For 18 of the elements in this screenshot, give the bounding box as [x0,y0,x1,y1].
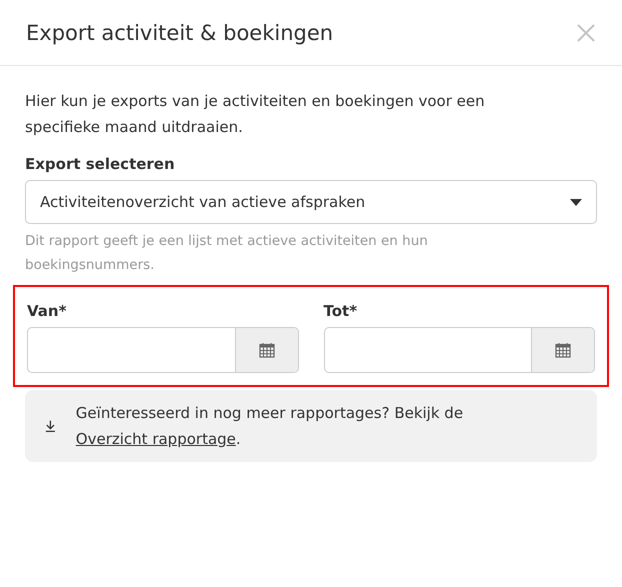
download-icon [45,419,56,433]
calendar-button[interactable] [234,328,298,372]
calendar-icon [258,342,274,358]
field-label: Tot* [324,302,358,320]
info-text: Geïnteresseerd in nog meer rapportages? Bekijk de Overzicht rapportage. [76,403,464,450]
calendar-button[interactable] [531,328,594,372]
caret-icon [570,198,582,206]
export-select[interactable]: Activiteitenoverzicht van actieve afspraken [25,180,597,224]
calendar-icon [555,342,571,358]
field-label: Van* [27,302,68,320]
field-label: Export selecteren [25,155,176,173]
intro-text: Hier kun je exports van je activiteiten en boekingen voor een specifieke maand uitdraaien. [25,91,486,138]
dialog-title: Export activiteit & boekingen [26,20,334,44]
hint-text: Dit rapport geeft je een lijst met actieve activiteiten en hun boekingsnummers. [25,232,429,275]
close-icon[interactable] [576,22,596,42]
date-field[interactable] [324,327,595,373]
report-link[interactable]: Overzicht rapportage [76,430,236,448]
date-field[interactable] [27,327,298,373]
